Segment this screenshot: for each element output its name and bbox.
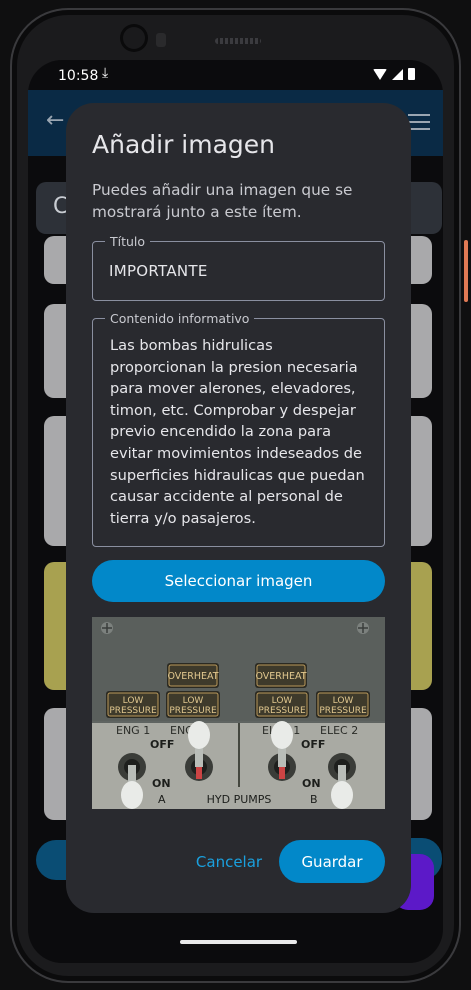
title-field-value[interactable]: IMPORTANTE (109, 262, 208, 280)
content-field-value[interactable]: Las bombas hidrulicas proporcionan la pr… (110, 335, 372, 529)
cancel-button[interactable]: Cancelar (192, 846, 266, 878)
elec2-label: ELEC 2 (320, 724, 358, 737)
wifi-icon (373, 68, 387, 80)
dialog-title: Añadir imagen (92, 130, 276, 159)
front-camera (123, 27, 145, 49)
pressure-label: PRESSURE (319, 706, 367, 716)
off-label: OFF (150, 738, 174, 751)
low-label: LOW (123, 696, 144, 706)
a-label: A (158, 793, 166, 806)
save-button[interactable]: Guardar (279, 840, 385, 883)
pressure-label: PRESSURE (169, 706, 217, 716)
download-icon: ⤓ (102, 65, 109, 81)
low-label: LOW (183, 696, 204, 706)
select-image-button[interactable]: Seleccionar imagen (92, 560, 385, 602)
camera-sensor (156, 33, 166, 47)
pressure-label: PRESSURE (258, 706, 306, 716)
overheat-label: OVERHEAT (167, 671, 218, 682)
eng1-label: ENG 1 (116, 724, 150, 737)
low-label: LOW (333, 696, 354, 706)
off-label: OFF (301, 738, 325, 751)
dialog-description: Puedes añadir una imagen que se mostrará… (92, 181, 353, 221)
menu-icon[interactable] (408, 114, 430, 135)
content-field-label: Contenido informativo (110, 311, 250, 326)
navigation-handle[interactable] (180, 940, 297, 944)
status-time: 10:58 (58, 68, 99, 84)
pressure-label: PRESSURE (109, 706, 157, 716)
earpiece-speaker (215, 38, 261, 44)
side-button (464, 240, 468, 302)
on-label: ON (152, 777, 171, 790)
signal-icon (392, 68, 403, 80)
hyd-pumps-label: HYD PUMPS (207, 793, 272, 806)
title-field-label: Título (110, 234, 146, 249)
back-arrow-icon[interactable]: ← (46, 108, 64, 133)
battery-icon (408, 68, 415, 80)
on-label: ON (302, 777, 321, 790)
status-bar: 10:58 ⤓ (28, 62, 443, 90)
overheat-label: OVERHEAT (255, 671, 306, 682)
selected-image-preview: OVERHEAT OVERHEAT LOW PRESSURE LOW PRESS… (92, 617, 385, 809)
status-icons (373, 68, 415, 80)
low-label: LOW (272, 696, 293, 706)
b-label: B (310, 793, 318, 806)
